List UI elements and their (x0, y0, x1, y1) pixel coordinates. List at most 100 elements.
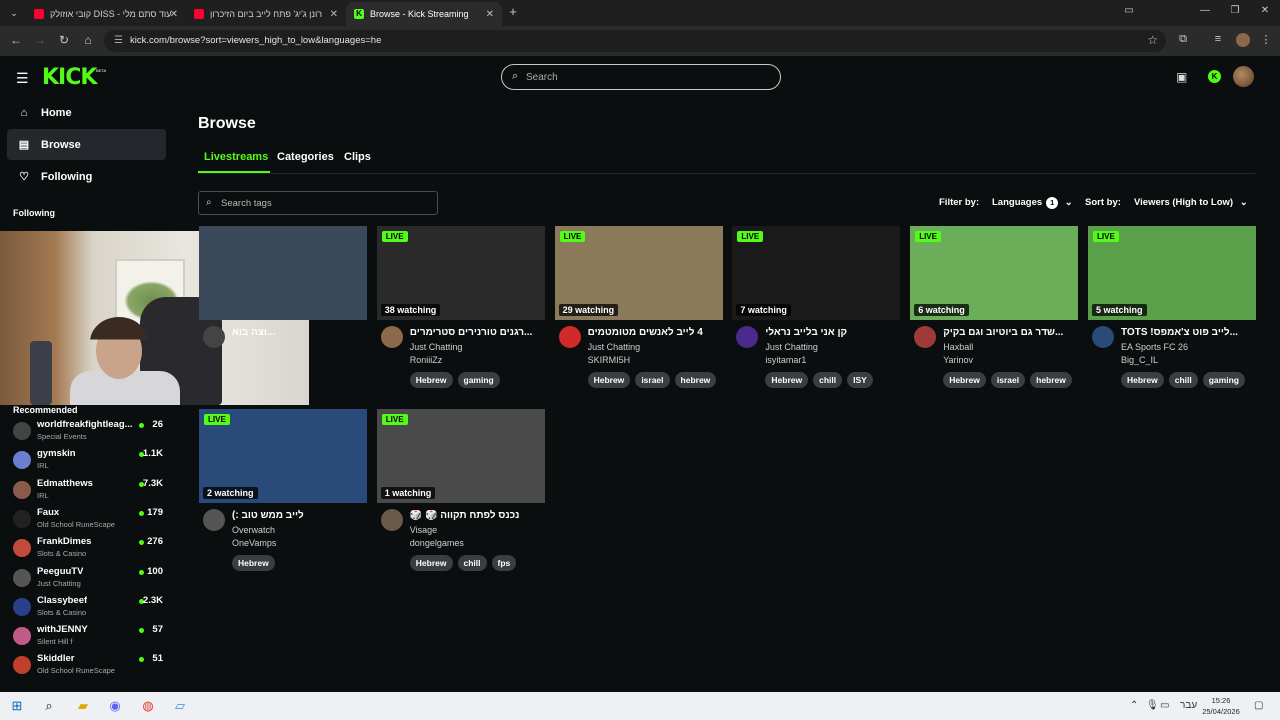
input-language[interactable]: עבר (1180, 700, 1197, 711)
search-input[interactable]: ⌕ Search (501, 64, 781, 90)
close-icon[interactable]: ✕ (170, 9, 178, 20)
sidebar-item-following[interactable]: ♡ Following (7, 161, 166, 192)
streamer-name[interactable]: isyitamar1 (765, 355, 806, 365)
app-icon[interactable]: ▱ (171, 698, 189, 714)
streamer-avatar[interactable] (1092, 326, 1114, 348)
tag-chip[interactable]: gaming (457, 372, 500, 388)
discord-icon[interactable]: ◉ (106, 698, 124, 714)
stream-category[interactable]: Visage (410, 525, 437, 535)
sort-dropdown[interactable]: Viewers (High to Low) ⌄ (1134, 197, 1248, 208)
stream-category[interactable]: EA Sports FC 26 (1121, 342, 1188, 352)
bookmark-star-icon[interactable]: ☆ (1147, 33, 1158, 47)
stream-card[interactable]: LIVE 7 watching קן אני בלייב נראלי Just Cha… (732, 226, 901, 396)
close-window-icon[interactable]: ✕ (1258, 5, 1272, 16)
hamburger-menu-icon[interactable]: ☰ (16, 70, 29, 87)
stream-category[interactable]: Just Chatting (765, 342, 818, 352)
stream-thumbnail[interactable]: LIVE 5 watching (1088, 226, 1256, 320)
stream-thumbnail[interactable]: LIVE 1 watching (376, 409, 545, 503)
stream-thumbnail[interactable]: LIVE 6 watching (910, 226, 1079, 320)
reload-icon[interactable]: ↻ (56, 33, 72, 47)
kick-logo[interactable]: KICK (42, 65, 97, 90)
tag-chip[interactable]: chill (1168, 372, 1198, 388)
streamer-avatar[interactable] (914, 326, 937, 348)
menu-icon[interactable]: ⋮ (1258, 33, 1274, 46)
forward-icon[interactable]: → (32, 33, 48, 47)
stream-card[interactable]: LIVE 2 watching לייב ממש טוב :) Overwatch On… (199, 409, 367, 579)
stream-card[interactable]: LIVE 1 watching נכנס לפתח תקווה 🎲 🎲 Visage d… (376, 409, 545, 579)
tag-chip[interactable]: Hebrew (587, 372, 631, 388)
languages-filter[interactable]: Languages 1 ⌄ (992, 197, 1073, 209)
recommended-channel[interactable]: Faux Old School RuneScape 179 (13, 504, 163, 533)
chevron-up-icon[interactable]: ⌃ (1130, 700, 1138, 711)
stream-category[interactable]: Just Chatting (588, 342, 641, 352)
streamer-avatar[interactable] (558, 326, 581, 348)
recommended-channel[interactable]: gymskin IRL 1.1K (13, 445, 163, 474)
streamer-avatar[interactable] (736, 326, 759, 348)
browser-tab-3[interactable]: K Browse - Kick Streaming ✕ (346, 2, 502, 26)
reading-list-icon[interactable]: ≡ (1210, 33, 1226, 45)
stream-category[interactable]: Overwatch (232, 525, 275, 535)
file-explorer-icon[interactable]: ▰ (74, 698, 92, 714)
stream-title[interactable]: לייב ממש טוב :) (232, 510, 367, 521)
network-icon[interactable]: ▭ (1160, 700, 1169, 711)
minimize-icon[interactable]: — (1198, 5, 1212, 16)
tag-chip[interactable]: Hebrew (943, 372, 986, 388)
recommended-channel[interactable]: Classybeef Slots & Casino 2.3K (13, 592, 163, 621)
stream-card[interactable]: LIVE 29 watching 4 לייב לאנשים מטומטמים Jus… (554, 226, 723, 396)
stream-card[interactable]: LIVE 38 watching ...רגנים טורנירים סטרימרי… (376, 226, 545, 396)
recommended-channel[interactable]: Skiddler Old School RuneScape 51 (13, 650, 163, 679)
tab-strip-icon[interactable]: ▭ (1122, 5, 1136, 16)
user-avatar[interactable] (1233, 66, 1254, 87)
tag-chip[interactable]: hebrew (1030, 372, 1072, 388)
stream-card[interactable]: LIVE 5 watching ...לייב פוט צ'אמפס! TOTS EA… (1088, 226, 1256, 396)
kick-coin-icon[interactable]: K (1208, 70, 1221, 83)
recommended-channel[interactable]: Edmatthews IRL 7.3K (13, 475, 163, 504)
search-icon[interactable]: ⌕ (40, 698, 58, 714)
tag-chip[interactable]: Hebrew (765, 372, 809, 388)
site-info-icon[interactable]: ☰ (114, 35, 123, 46)
extensions-icon[interactable]: ⧉ (1175, 33, 1191, 46)
microphone-icon[interactable]: 🎙 (1146, 700, 1159, 711)
streamer-avatar[interactable] (380, 326, 403, 348)
recommended-channel[interactable]: FrankDimes Slots & Casino 276 (13, 533, 163, 562)
sidebar-item-home[interactable]: ⌂ Home (7, 97, 166, 128)
stream-thumbnail[interactable] (199, 226, 367, 320)
tab-livestreams[interactable]: Livestreams (204, 151, 268, 163)
streamer-avatar[interactable] (203, 509, 225, 531)
stream-title[interactable]: ...רגנים טורנירים סטרימרים (410, 327, 545, 338)
stream-category[interactable]: Haxball (943, 342, 973, 352)
sidebar-item-browse[interactable]: ▤ Browse (7, 129, 166, 160)
stream-thumbnail[interactable]: LIVE 7 watching (732, 226, 901, 320)
tag-chip[interactable]: Hebrew (232, 555, 275, 571)
stream-thumbnail[interactable]: LIVE 38 watching (376, 226, 545, 320)
stream-thumbnail[interactable]: LIVE 29 watching (554, 226, 723, 320)
tag-search-input[interactable]: ⌕ Search tags (198, 191, 438, 215)
tab-clips[interactable]: Clips (344, 151, 371, 163)
tag-chip[interactable]: Hebrew (409, 372, 453, 388)
recommended-channel[interactable]: PeeguuTV Just Chatting 100 (13, 563, 163, 592)
stream-title[interactable]: נכנס לפתח תקווה 🎲 🎲 (410, 510, 545, 521)
browser-tab-2[interactable]: רונן ג'יג' פתח לייב ביום הזיכרון ✕ (186, 2, 346, 26)
tag-chip[interactable]: chill (813, 372, 843, 388)
stream-title[interactable]: ...שדר גם ביוטיוב וגם בקיק (943, 327, 1078, 338)
close-icon[interactable]: ✕ (486, 9, 494, 20)
stream-title[interactable]: 4 לייב לאנשים מטומטמים (588, 327, 723, 338)
tag-chip[interactable]: gaming (1202, 372, 1245, 388)
stream-card[interactable]: ...וצה בוא (199, 226, 367, 396)
new-tab-icon[interactable]: + (506, 4, 520, 19)
tag-chip[interactable]: israel (990, 372, 1026, 388)
streamer-name[interactable]: Big_C_IL (1121, 355, 1158, 365)
stream-card[interactable]: LIVE 6 watching ...שדר גם ביוטיוב וגם בקיק… (910, 226, 1079, 396)
chrome-icon[interactable]: ◍ (139, 698, 157, 714)
home-icon[interactable]: ⌂ (80, 33, 96, 47)
profile-avatar[interactable] (1236, 33, 1250, 47)
tag-chip[interactable]: ISY (847, 372, 873, 388)
back-icon[interactable]: ← (8, 33, 24, 47)
notifications-icon[interactable]: ▢ (1254, 700, 1263, 711)
streamer-name[interactable]: SKIRMI5H (588, 355, 631, 365)
browser-tab-1[interactable]: קובי אוזולק DISS - עוד סתם מלי ✕ (26, 2, 186, 26)
tag-chip[interactable]: Hebrew (1121, 372, 1164, 388)
clock[interactable]: 15:26 25/04/2026 (1198, 695, 1244, 717)
tab-search-icon[interactable]: ⌄ (6, 5, 22, 21)
streamer-name[interactable]: OneVamps (232, 538, 276, 548)
